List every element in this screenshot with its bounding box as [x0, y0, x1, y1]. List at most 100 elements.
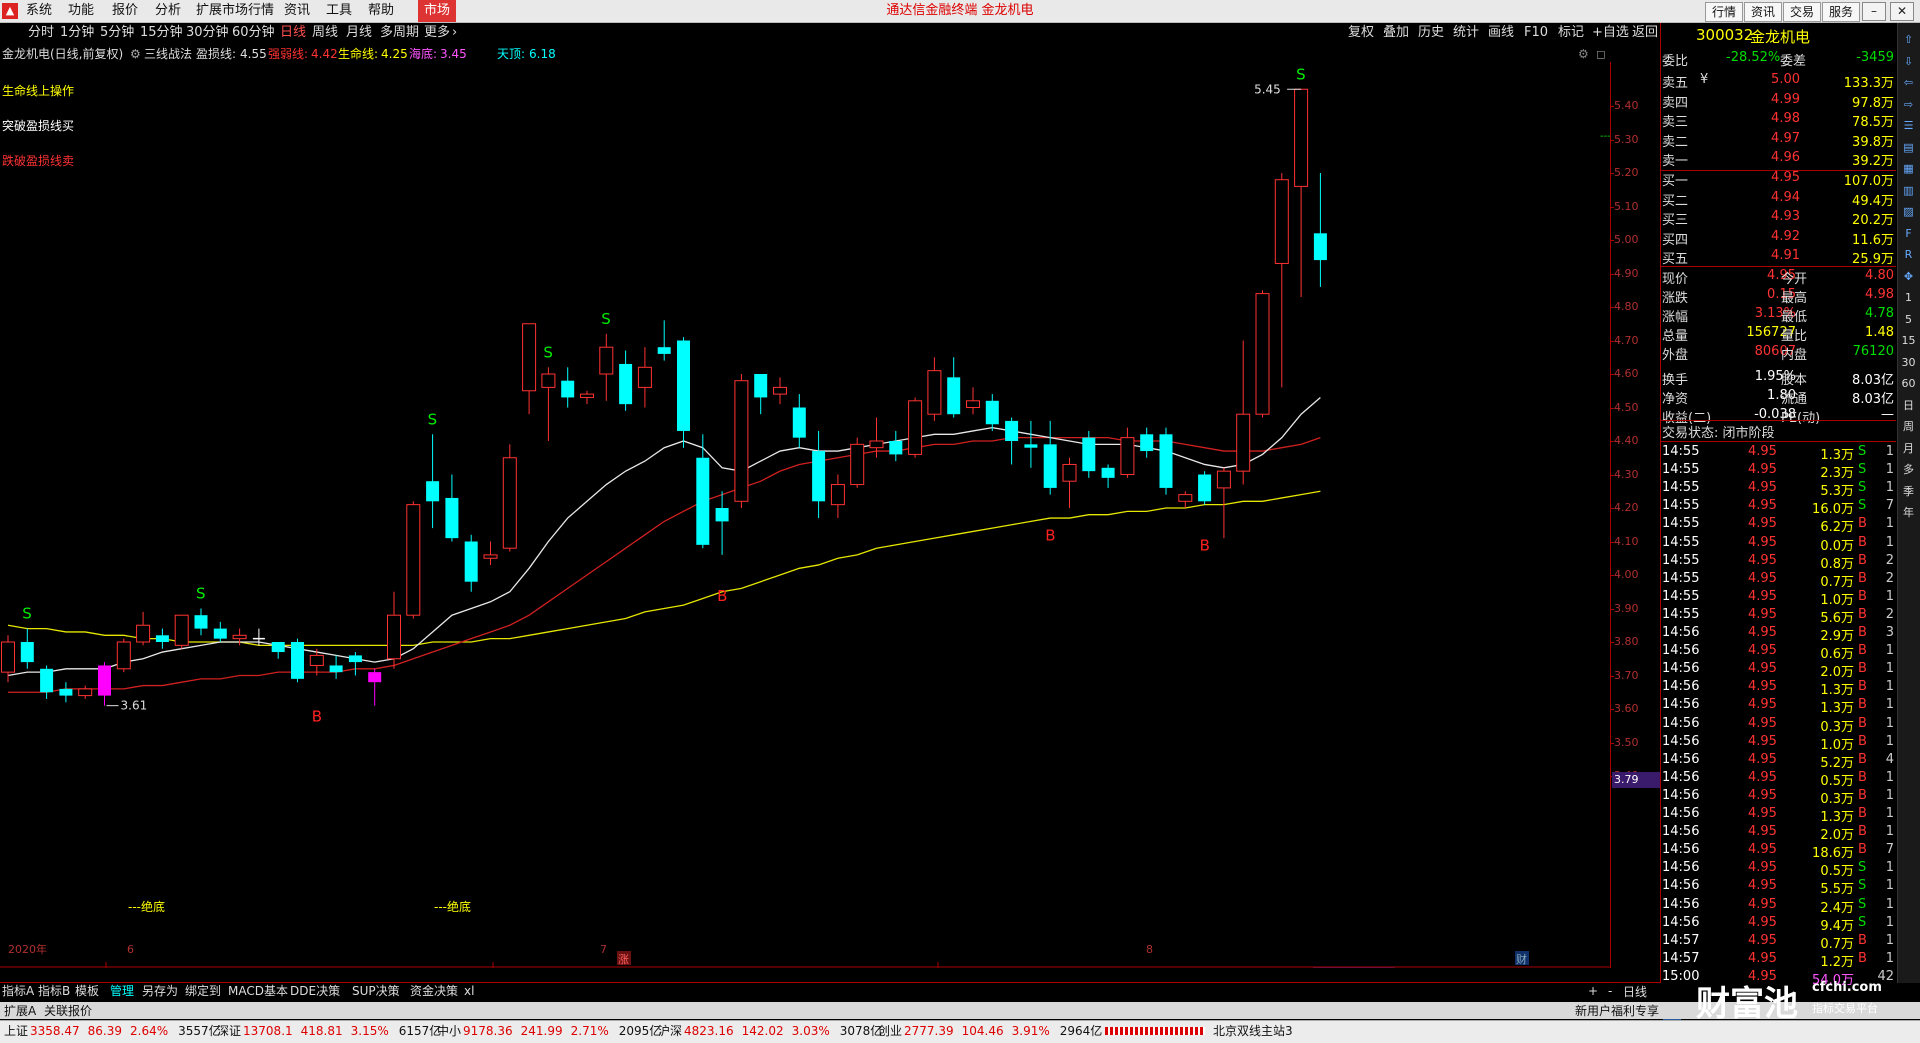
candle[interactable]	[1313, 173, 1327, 287]
candle[interactable]	[426, 434, 440, 529]
menu-analysis[interactable]: 分析	[155, 0, 181, 22]
candle[interactable]	[1005, 417, 1019, 465]
tool-zixuan[interactable]: +自选	[1592, 23, 1629, 43]
server-name[interactable]: 北京双线主站3	[1213, 1022, 1293, 1040]
candle[interactable]	[1255, 290, 1270, 418]
candle[interactable]	[657, 320, 671, 361]
indicator-tab[interactable]: MACD基本	[228, 983, 288, 1000]
candle[interactable]	[1159, 427, 1173, 495]
candle[interactable]	[677, 337, 690, 448]
ask-row[interactable]: 卖一 4.96 39.2万	[1662, 150, 1894, 169]
candle[interactable]	[1024, 420, 1038, 468]
period-shortcut-15[interactable]: 30	[1899, 353, 1918, 372]
candle[interactable]	[1101, 464, 1115, 488]
move-icon[interactable]: ✥	[1899, 267, 1918, 286]
indicator-tab[interactable]: 资金决策	[410, 983, 458, 1000]
period-shortcut-12[interactable]: 1	[1899, 288, 1918, 307]
candle[interactable]	[754, 374, 768, 415]
candle[interactable]	[637, 347, 652, 408]
period-shortcut-14[interactable]: 15	[1899, 331, 1918, 350]
maximize-chart-icon[interactable]: ◻	[1596, 45, 1606, 63]
period-shortcut-19[interactable]: 月	[1899, 439, 1918, 458]
indicator-tab[interactable]: xl	[464, 983, 474, 1000]
candle[interactable]	[194, 608, 208, 636]
period-shortcut-18[interactable]: 周	[1899, 417, 1918, 436]
chart-icon[interactable]: ▦	[1899, 159, 1918, 178]
candle[interactable]	[40, 665, 54, 699]
up-icon[interactable]: ⇧	[1899, 30, 1918, 49]
index-sme[interactable]: 中小 9178.36 241.99 2.71% 2095亿	[437, 1022, 661, 1040]
tool-fanhui[interactable]: 返回	[1632, 23, 1658, 43]
candle[interactable]	[1274, 173, 1289, 388]
tab-scroll-minus[interactable]: -	[1608, 983, 1612, 1000]
tool-lishi[interactable]: 历史	[1418, 23, 1444, 43]
index-shenzhen[interactable]: 深证 13708.1 418.81 3.15% 6157亿	[217, 1022, 441, 1040]
candle[interactable]	[792, 394, 806, 448]
indicator-tab[interactable]: 绑定到	[185, 983, 221, 1000]
candle[interactable]	[483, 541, 498, 565]
period-15min[interactable]: 15分钟	[140, 23, 183, 43]
menu-market-tab[interactable]: 市场	[418, 0, 457, 22]
candle[interactable]	[271, 642, 285, 659]
list-icon[interactable]: ☰	[1899, 116, 1918, 135]
candle[interactable]	[734, 374, 749, 508]
period-shortcut-20[interactable]: 多	[1899, 460, 1918, 479]
candle[interactable]	[1120, 427, 1135, 478]
period-shortcut-17[interactable]: 日	[1899, 396, 1918, 415]
period-60min[interactable]: 60分钟	[232, 23, 275, 43]
tool-f10[interactable]: F10	[1524, 23, 1548, 43]
candle[interactable]	[1216, 467, 1231, 539]
candle[interactable]	[1236, 340, 1251, 485]
candle[interactable]	[78, 685, 93, 699]
candlestick-chart[interactable]: SSSSSSBBBB5.453.61---绝底---绝底---2020年6782…	[0, 62, 1660, 968]
minimize-icon[interactable]: –	[1862, 2, 1886, 21]
period-week[interactable]: 周线	[312, 23, 338, 43]
ext-a-tab[interactable]: 扩展A	[4, 1002, 36, 1019]
bid-row[interactable]: 买一 4.95 107.0万	[1662, 170, 1894, 189]
menu-news[interactable]: 资讯	[284, 0, 310, 22]
candle[interactable]	[59, 682, 73, 703]
candle[interactable]	[522, 323, 537, 415]
menu-tools[interactable]: 工具	[326, 0, 352, 22]
candle[interactable]	[116, 638, 131, 673]
period-1min[interactable]: 1分钟	[60, 23, 94, 43]
candle[interactable]	[696, 434, 710, 549]
indicator-tab[interactable]: 模板	[75, 983, 99, 1000]
indicator-tab[interactable]: DDE决策	[290, 983, 340, 1000]
indicator-tab[interactable]: 管理	[110, 983, 134, 1000]
candle[interactable]	[136, 611, 151, 646]
period-more[interactable]: 更多	[424, 23, 450, 43]
indicator-tab[interactable]: 另存为	[142, 983, 178, 1000]
index-chinext[interactable]: 创业 2777.39 104.46 3.91% 2964亿	[878, 1022, 1102, 1040]
period-shortcut-21[interactable]: 季	[1899, 482, 1918, 501]
tool-fuquan[interactable]: 复权	[1348, 23, 1374, 43]
candle[interactable]	[599, 333, 614, 401]
menu-help[interactable]: 帮助	[368, 0, 394, 22]
grid-icon[interactable]: ▥	[1899, 181, 1918, 200]
related-quote-tab[interactable]: 关联报价	[44, 1002, 92, 1019]
rsi-icon[interactable]: R	[1899, 245, 1918, 264]
btn-hangqing[interactable]: 行情	[1705, 2, 1744, 22]
candle[interactable]	[619, 350, 633, 411]
btn-zixun[interactable]: 资讯	[1744, 2, 1783, 22]
candle[interactable]	[1140, 427, 1154, 458]
close-icon[interactable]: ✕	[1890, 2, 1914, 21]
btn-fuwu[interactable]: 服务	[1822, 2, 1861, 22]
candle[interactable]	[561, 367, 575, 408]
candle[interactable]	[387, 591, 401, 669]
period-day[interactable]: 日线	[280, 23, 306, 43]
indicator-tab[interactable]: SUP决策	[352, 983, 400, 1000]
candle[interactable]	[908, 397, 923, 458]
candle[interactable]	[1178, 491, 1193, 508]
candle[interactable]	[1082, 430, 1096, 478]
page-icon[interactable]: ▤	[1899, 138, 1918, 157]
period-5min[interactable]: 5分钟	[100, 23, 134, 43]
period-shortcut-16[interactable]: 60	[1899, 374, 1918, 393]
settings-icon[interactable]: ⚙	[1578, 45, 1589, 63]
period-shortcut-22[interactable]: 年	[1899, 503, 1918, 522]
indicator-tab[interactable]: 指标B	[38, 983, 70, 1000]
ask-row[interactable]: 卖四 4.99 97.8万	[1662, 92, 1894, 111]
candle[interactable]	[947, 357, 961, 418]
period-month[interactable]: 月线	[346, 23, 372, 43]
bid-row[interactable]: 买四 4.92 11.6万	[1662, 229, 1894, 248]
